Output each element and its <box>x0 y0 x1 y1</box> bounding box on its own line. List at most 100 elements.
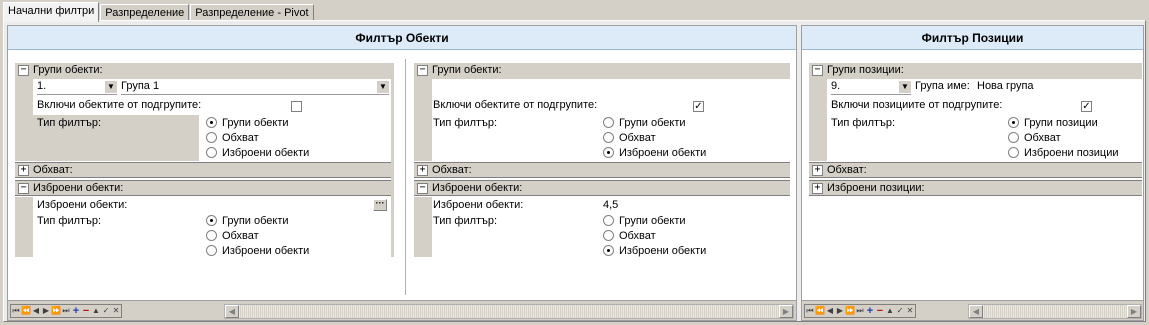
edit-up-icon[interactable]: ▲ <box>885 305 895 317</box>
radio-scope[interactable]: Обхват <box>603 132 656 144</box>
collapse-icon[interactable]: − <box>18 65 29 76</box>
radio-scope[interactable]: Обхват <box>206 230 259 242</box>
radio-dot[interactable] <box>603 132 614 143</box>
next-record-icon[interactable]: ▶ <box>835 305 845 317</box>
radio-label: Изброени обекти <box>619 147 707 159</box>
cancel-icon[interactable]: ✕ <box>905 305 915 317</box>
prev-page-icon[interactable]: ⏪ <box>21 305 31 317</box>
radio-dot[interactable] <box>206 215 217 226</box>
radio-dot[interactable] <box>206 147 217 158</box>
collapse-icon[interactable]: − <box>812 65 823 76</box>
radio-dot[interactable] <box>603 230 614 241</box>
section-title: Изброени позиции: <box>827 182 925 194</box>
expand-icon[interactable]: + <box>812 165 823 176</box>
collapse-icon[interactable]: − <box>417 65 428 76</box>
radio-scope[interactable]: Обхват <box>1008 132 1061 144</box>
radio-group-objects[interactable]: Групи обекти <box>206 215 289 227</box>
radio-dot[interactable] <box>603 215 614 226</box>
radio-label: Групи обекти <box>619 117 686 129</box>
collapse-icon[interactable]: − <box>417 183 428 194</box>
radio-dot[interactable] <box>206 132 217 143</box>
navigator-buttons: ⏮ ⏪ ◀ ▶ ⏩ ⏭ + − ▲ ✓ ✕ <box>10 304 122 318</box>
radio-dot[interactable] <box>206 245 217 256</box>
radio-scope[interactable]: Обхват <box>206 132 259 144</box>
positions-filter-panel: Филтър Позиции − Групи позиции: 9. ▼ Гру… <box>801 25 1144 321</box>
first-record-icon[interactable]: ⏮ <box>805 305 815 317</box>
radio-listed-objects[interactable]: Изброени обекти <box>206 147 309 159</box>
section-scope-header[interactable]: + Обхват: <box>15 162 391 178</box>
section-listed-header[interactable]: + Изброени позиции: <box>809 180 1142 196</box>
section-groups-header[interactable]: − Групи позиции: <box>809 63 1142 79</box>
last-record-icon[interactable]: ⏭ <box>61 305 71 317</box>
radio-listed-objects[interactable]: Изброени обекти <box>206 245 309 257</box>
section-gutter <box>414 197 432 257</box>
group-number-combo[interactable]: 1. ▼ <box>37 80 117 95</box>
group-name-value[interactable]: Нова група <box>977 80 1034 92</box>
section-groups-header[interactable]: − Групи обекти: <box>15 63 391 79</box>
horizontal-scrollbar[interactable]: ◀ ▶ <box>968 304 1142 319</box>
ellipsis-button[interactable]: ··· <box>373 199 387 211</box>
confirm-icon[interactable]: ✓ <box>101 305 111 317</box>
prev-record-icon[interactable]: ◀ <box>825 305 835 317</box>
next-page-icon[interactable]: ⏩ <box>845 305 855 317</box>
radio-dot[interactable] <box>603 245 614 256</box>
panel-content: − Групи обекти: 1. ▼ Група 1 ▼ Включи об… <box>8 51 796 300</box>
filter-type-label: Тип филтър: <box>433 117 498 129</box>
section-listed-header[interactable]: − Изброени обекти: <box>414 180 790 196</box>
include-sub-checkbox[interactable]: ✓ <box>693 101 704 112</box>
section-scope-header[interactable]: + Обхват: <box>414 162 790 178</box>
include-sub-checkbox[interactable] <box>291 101 302 112</box>
group-number-combo[interactable]: 9. ▼ <box>831 80 911 95</box>
prev-record-icon[interactable]: ◀ <box>31 305 41 317</box>
section-groups-header[interactable]: − Групи обекти: <box>414 63 790 79</box>
delete-icon[interactable]: − <box>875 305 885 317</box>
scroll-right-icon[interactable]: ▶ <box>1127 305 1141 318</box>
radio-group-objects[interactable]: Групи обекти <box>206 117 289 129</box>
navigator-buttons: ⏮ ⏪ ◀ ▶ ⏩ ⏭ + − ▲ ✓ ✕ <box>804 304 916 318</box>
radio-listed-objects[interactable]: Изброени обекти <box>603 245 706 257</box>
radio-group-objects[interactable]: Групи обекти <box>603 215 686 227</box>
section-listed-header[interactable]: − Изброени обекти: <box>15 180 391 196</box>
section-scope-header[interactable]: + Обхват: <box>809 162 1142 178</box>
radio-dot[interactable] <box>603 117 614 128</box>
group-name-combo[interactable]: Група 1 ▼ <box>121 80 389 95</box>
expand-icon[interactable]: + <box>18 165 29 176</box>
collapse-icon[interactable]: − <box>18 183 29 194</box>
scroll-left-icon[interactable]: ◀ <box>969 305 983 318</box>
dropdown-icon[interactable]: ▼ <box>377 81 389 93</box>
radio-group-positions[interactable]: Групи позиции <box>1008 117 1098 129</box>
prev-page-icon[interactable]: ⏪ <box>815 305 825 317</box>
radio-scope[interactable]: Обхват <box>603 230 656 242</box>
radio-dot[interactable] <box>206 230 217 241</box>
scroll-left-icon[interactable]: ◀ <box>225 305 239 318</box>
expand-icon[interactable]: + <box>812 183 823 194</box>
horizontal-scrollbar[interactable]: ◀ ▶ <box>224 304 794 319</box>
dropdown-icon[interactable]: ▼ <box>899 81 911 93</box>
edit-up-icon[interactable]: ▲ <box>91 305 101 317</box>
section-groups-body: 9. ▼ Група име: Нова група Включи позици… <box>809 79 1142 161</box>
dropdown-icon[interactable]: ▼ <box>105 81 117 93</box>
radio-dot[interactable] <box>1008 147 1019 158</box>
radio-listed-positions[interactable]: Изброени позиции <box>1008 147 1118 159</box>
next-page-icon[interactable]: ⏩ <box>51 305 61 317</box>
cancel-icon[interactable]: ✕ <box>111 305 121 317</box>
radio-dot[interactable] <box>1008 117 1019 128</box>
delete-icon[interactable]: − <box>81 305 91 317</box>
positions-filter-block: − Групи позиции: 9. ▼ Група име: Нова гр… <box>809 63 1142 199</box>
radio-dot[interactable] <box>206 117 217 128</box>
listed-objects-value[interactable]: 4,5 <box>603 199 618 211</box>
radio-dot[interactable] <box>1008 132 1019 143</box>
confirm-icon[interactable]: ✓ <box>895 305 905 317</box>
include-sub-checkbox[interactable]: ✓ <box>1081 101 1092 112</box>
next-record-icon[interactable]: ▶ <box>41 305 51 317</box>
radio-group-objects[interactable]: Групи обекти <box>603 117 686 129</box>
radio-listed-objects[interactable]: Изброени обекти <box>603 147 706 159</box>
expand-icon[interactable]: + <box>417 165 428 176</box>
first-record-icon[interactable]: ⏮ <box>11 305 21 317</box>
add-icon[interactable]: + <box>865 305 875 317</box>
last-record-icon[interactable]: ⏭ <box>855 305 865 317</box>
tab-initial-filters[interactable]: Начални филтри <box>3 2 100 22</box>
radio-dot[interactable] <box>603 147 614 158</box>
add-icon[interactable]: + <box>71 305 81 317</box>
scroll-right-icon[interactable]: ▶ <box>779 305 793 318</box>
